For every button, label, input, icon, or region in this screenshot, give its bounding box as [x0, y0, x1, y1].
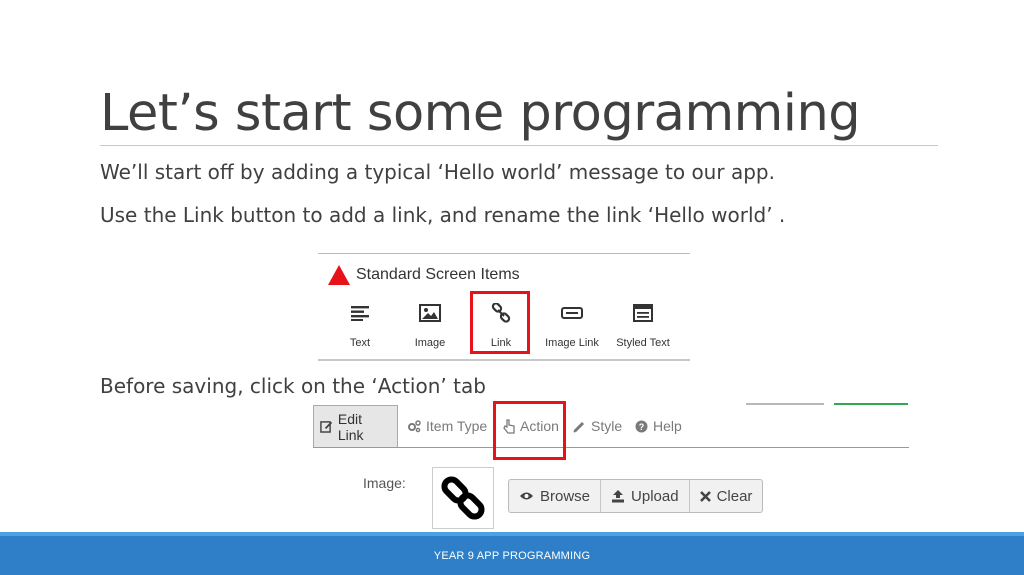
tool-label: Styled Text: [616, 337, 670, 349]
help-circle-icon: ?: [635, 420, 648, 432]
brush-icon: [573, 421, 585, 433]
upload-label: Upload: [631, 487, 679, 505]
slide-title: Let’s start some programming: [100, 84, 861, 143]
tool-image-link[interactable]: Image Link: [537, 297, 607, 349]
tab-item-type[interactable]: Item Type: [407, 405, 487, 447]
panel-header: Standard Screen Items: [328, 265, 520, 285]
upload-icon: [612, 490, 625, 503]
image-link-icon: [537, 301, 607, 325]
tab-style[interactable]: Style: [573, 405, 622, 447]
image-field-label: Image:: [363, 475, 406, 491]
instruction-paragraph-1: We’ll start off by adding a typical ‘Hel…: [100, 160, 775, 184]
editor-tabs: Edit Link Item Type Action Style ? Help: [313, 405, 909, 448]
title-divider: [100, 145, 938, 146]
tool-label: Image Link: [545, 337, 599, 349]
styled-text-icon: [608, 301, 678, 325]
picture-icon: [395, 301, 465, 325]
tool-label: Image: [414, 337, 446, 349]
browse-label: Browse: [540, 487, 591, 505]
tool-text[interactable]: Text: [325, 297, 395, 349]
tool-label: Text: [349, 337, 371, 349]
panel-bottom-divider: [318, 359, 690, 361]
image-preview: [432, 467, 494, 529]
close-icon: [699, 490, 711, 502]
clear-label: Clear: [716, 487, 753, 505]
cogs-icon: [408, 419, 421, 432]
action-tab-highlight-box: [493, 401, 566, 460]
standard-screen-items-panel: Standard Screen Items Text Image Link Im…: [318, 253, 690, 361]
warning-triangle-icon: [328, 265, 350, 285]
tool-image[interactable]: Image: [395, 297, 465, 349]
clear-button[interactable]: Clear: [690, 480, 763, 512]
text-lines-icon: [325, 301, 395, 325]
tab-edit-link[interactable]: Edit Link: [313, 405, 398, 447]
tool-styled-text[interactable]: Styled Text: [608, 297, 678, 349]
edit-icon: [320, 421, 333, 433]
chain-link-icon: [441, 476, 485, 520]
eye-icon: [520, 492, 533, 500]
slide-footer: YEAR 9 APP PROGRAMMING: [0, 532, 1024, 575]
svg-text:?: ?: [639, 422, 645, 432]
instruction-paragraph-2: Use the Link button to add a link, and r…: [100, 203, 786, 227]
tab-label: Help: [653, 418, 682, 434]
tab-label: Item Type: [426, 418, 488, 434]
footer-text: YEAR 9 APP PROGRAMMING: [433, 549, 591, 562]
tab-label: Style: [591, 418, 623, 434]
edit-link-editor: Edit Link Item Type Action Style ? Help …: [313, 401, 909, 533]
panel-title: Standard Screen Items: [356, 266, 520, 283]
tab-help[interactable]: ? Help: [635, 405, 682, 447]
upload-button[interactable]: Upload: [601, 480, 690, 512]
tab-label: Edit Link: [337, 410, 364, 443]
panel-top-divider: [318, 253, 690, 254]
browse-button[interactable]: Browse: [509, 480, 602, 512]
link-highlight-box: [470, 291, 530, 354]
instruction-paragraph-3: Before saving, click on the ‘Action’ tab: [100, 374, 486, 398]
image-button-group: Browse Upload Clear: [508, 479, 764, 513]
